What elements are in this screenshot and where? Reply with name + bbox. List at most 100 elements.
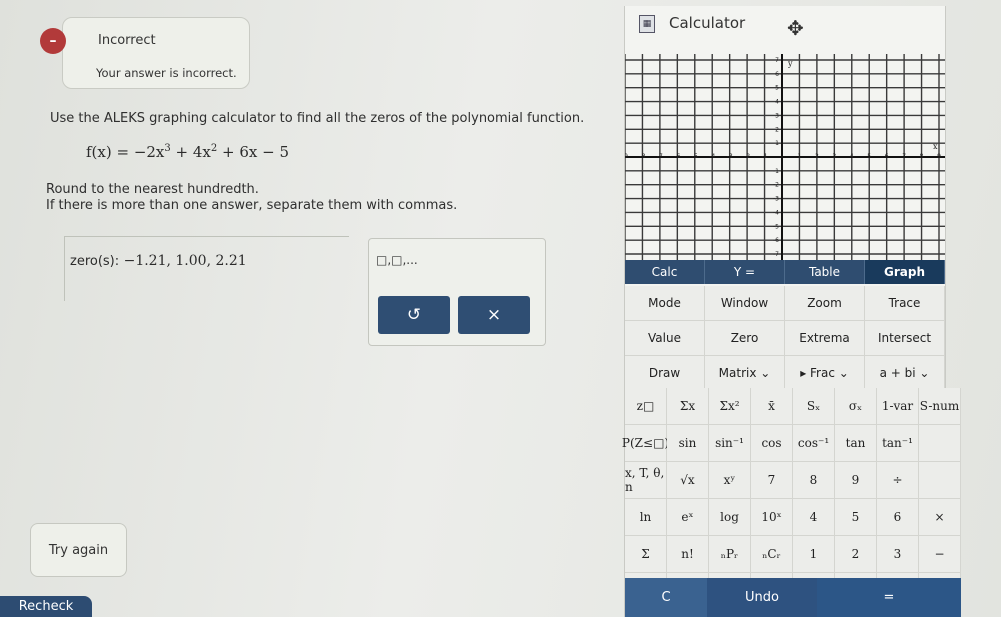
calculator-key[interactable]: xʸ <box>709 462 751 499</box>
separator-note: If there is more than one answer, separa… <box>46 198 458 213</box>
list-template-button[interactable]: □,□,... <box>376 253 418 267</box>
y-tick-label: -5 <box>773 223 779 230</box>
y-axis-label: y <box>787 59 793 68</box>
menu-item[interactable]: Value <box>625 321 705 356</box>
menu-item[interactable]: Matrix ⌄ <box>705 356 785 391</box>
calculator-key[interactable]: sin⁻¹ <box>709 425 751 462</box>
y-tick-label: -3 <box>773 196 779 203</box>
y-tick-label: -2 <box>773 182 779 189</box>
clear-icon[interactable]: × <box>458 296 530 334</box>
undo-icon[interactable]: ↺ <box>378 296 450 334</box>
round-note: Round to the nearest hundredth. <box>46 182 259 197</box>
calculator-key[interactable]: 3 <box>877 536 919 573</box>
undo-button[interactable]: Undo <box>707 578 817 617</box>
calculator-key[interactable]: eˣ <box>667 499 709 536</box>
x-tick-label: -4 <box>709 153 715 160</box>
calculator-key[interactable]: 6 <box>877 499 919 536</box>
calculator-key[interactable]: 9 <box>835 462 877 499</box>
graph-canvas[interactable]: -9 -8 -7 -6 -5 -4 -3 -2 -1 1 2 3 4 5 6 7 8 9 7 6 5 4 3 2 1 -1 -2 -3… <box>625 54 945 260</box>
menu-item[interactable]: Draw <box>625 356 705 391</box>
x-tick-label: 5 <box>867 153 871 160</box>
recheck-button[interactable]: Recheck <box>0 596 92 617</box>
menu-item[interactable]: Intersect <box>865 321 945 356</box>
feedback-message: Your answer is incorrect. <box>96 66 237 80</box>
calculator-key[interactable]: 2 <box>835 536 877 573</box>
x-tick-label: -3 <box>727 153 733 160</box>
tab-table[interactable]: Table <box>785 260 865 284</box>
x-tick-label: 1 <box>798 153 802 160</box>
calculator-key[interactable]: P(Z≤□) <box>622 425 669 462</box>
calculator-key[interactable]: σₓ <box>835 388 877 425</box>
menu-item[interactable]: Zero <box>705 321 785 356</box>
calculator-key[interactable]: tan⁻¹ <box>877 425 919 462</box>
calculator-title: Calculator <box>669 14 746 32</box>
calculator-key[interactable]: 5 <box>835 499 877 536</box>
y-tick-label: 1 <box>775 140 779 147</box>
calculator-key[interactable]: ₙCᵣ <box>751 536 793 573</box>
x-tick-label: 4 <box>850 153 854 160</box>
calculator-key <box>919 462 961 499</box>
clear-button[interactable]: C <box>625 578 707 617</box>
y-tick-label: 4 <box>775 99 779 106</box>
try-again-button[interactable]: Try again <box>30 523 127 577</box>
x-tick-label: 8 <box>920 153 924 160</box>
calculator-key[interactable]: sin <box>667 425 709 462</box>
calculator-key[interactable]: 7 <box>751 462 793 499</box>
calculator-key[interactable]: x̄ <box>751 388 793 425</box>
y-tick-label: -7 <box>773 251 779 258</box>
calculator-key[interactable]: 1-var <box>877 388 919 425</box>
function-part: f(x) = −2x <box>86 143 165 161</box>
answer-field[interactable]: zero(s): −1.21, 1.00, 2.21 <box>70 253 247 269</box>
move-icon[interactable]: ✥ <box>787 18 804 38</box>
calculator-key[interactable]: n! <box>667 536 709 573</box>
calculator-key[interactable]: Σx² <box>709 388 751 425</box>
x-axis-label: x <box>933 142 938 151</box>
calculator-key[interactable]: 1 <box>793 536 835 573</box>
x-tick-label: 9 <box>937 153 941 160</box>
calculator-key[interactable]: z□ <box>625 388 667 425</box>
calculator-key[interactable]: Σx <box>667 388 709 425</box>
equals-button[interactable]: = <box>817 578 961 617</box>
menu-item[interactable]: a + bi ⌄ <box>865 356 945 391</box>
menu-item[interactable]: Mode <box>625 286 705 321</box>
calculator-key[interactable]: ₙPᵣ <box>709 536 751 573</box>
calculator-key[interactable]: tan <box>835 425 877 462</box>
polynomial-function: f(x) = −2x3 + 4x2 + 6x − 5 <box>86 143 289 161</box>
calculator-key[interactable]: cos⁻¹ <box>793 425 835 462</box>
function-part: + 6x − 5 <box>217 143 290 161</box>
calculator-key[interactable]: − <box>919 536 961 573</box>
menu-item[interactable]: Extrema <box>785 321 865 356</box>
y-tick-label: 7 <box>775 57 779 64</box>
calculator-key[interactable]: S-num <box>919 388 961 425</box>
tab-calc[interactable]: Calc <box>625 260 705 284</box>
menu-item[interactable]: ▸ Frac ⌄ <box>785 356 865 391</box>
calculator-key[interactable]: log <box>709 499 751 536</box>
calculator-key[interactable]: x, T, θ, n <box>625 462 667 499</box>
graph-area[interactable]: -9 -8 -7 -6 -5 -4 -3 -2 -1 1 2 3 4 5 6 7 8 9 7 6 5 4 3 2 1 -1 -2 -3… <box>625 54 945 260</box>
calculator-tabs: Calc Y = Table Graph <box>625 260 945 284</box>
y-tick-label: -4 <box>773 209 779 216</box>
calculator-key[interactable]: 4 <box>793 499 835 536</box>
menu-item[interactable]: Window <box>705 286 785 321</box>
calculator-key[interactable]: × <box>919 499 961 536</box>
y-tick-label: 3 <box>775 112 779 119</box>
y-tick-label: 2 <box>775 126 779 133</box>
calculator-key[interactable]: 8 <box>793 462 835 499</box>
calculator-header[interactable]: ▦ Calculator ✥ <box>625 6 945 46</box>
menu-item[interactable]: Zoom <box>785 286 865 321</box>
calculator-key[interactable]: ln <box>625 499 667 536</box>
calculator-icon: ▦ <box>639 15 655 33</box>
x-tick-label: -1 <box>762 153 768 160</box>
calculator-key[interactable]: 10ˣ <box>751 499 793 536</box>
incorrect-icon: – <box>40 28 66 54</box>
calculator-key[interactable]: cos <box>751 425 793 462</box>
menu-item[interactable]: Trace <box>865 286 945 321</box>
tab-graph[interactable]: Graph <box>865 260 945 284</box>
calculator-panel: ▦ Calculator ✥ -9-8-7-6-5-4-3-2-11234567… <box>622 6 961 617</box>
tab-y[interactable]: Y = <box>705 260 785 284</box>
question-instruction: Use the ALEKS graphing calculator to fin… <box>50 111 585 126</box>
calculator-key[interactable]: Σ <box>625 536 667 573</box>
calculator-key[interactable]: ÷ <box>877 462 919 499</box>
calculator-key[interactable]: √x <box>667 462 709 499</box>
calculator-key[interactable]: Sₓ <box>793 388 835 425</box>
